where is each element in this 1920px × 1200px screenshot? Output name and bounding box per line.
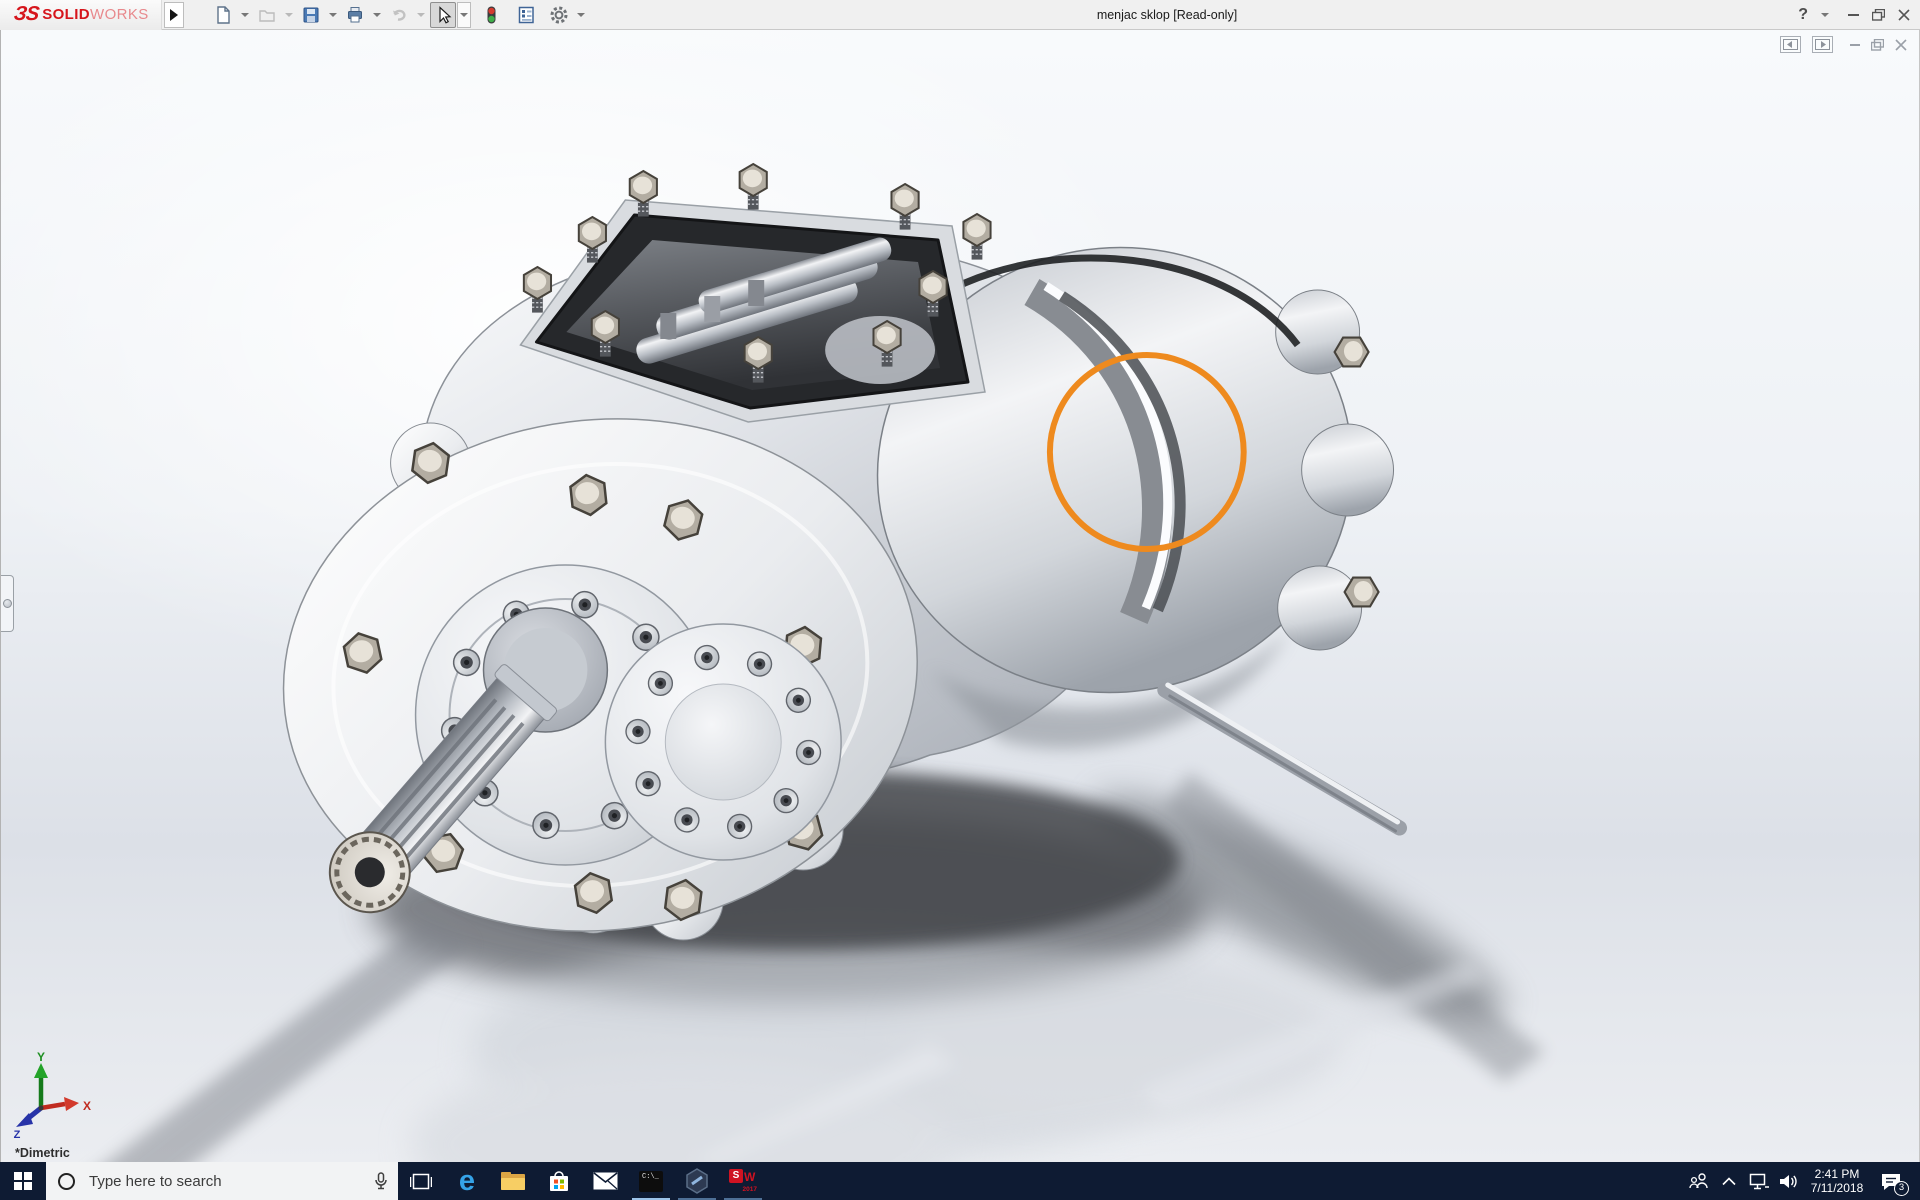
- print-icon: [345, 5, 365, 25]
- triad-z-label: Z: [14, 1129, 21, 1140]
- doc-close-button[interactable]: [1895, 39, 1907, 51]
- command-prompt-taskbar-button[interactable]: C:\_: [628, 1162, 674, 1200]
- print-button[interactable]: [342, 2, 368, 28]
- hexagon-app-icon: [685, 1168, 709, 1194]
- window-controls: ?: [1798, 0, 1910, 30]
- file-properties-button[interactable]: [513, 2, 539, 28]
- close-button[interactable]: [1898, 9, 1910, 21]
- clock-time: 2:41 PM: [1804, 1167, 1870, 1181]
- task-view-button[interactable]: [398, 1162, 444, 1200]
- doc-minimize-button[interactable]: [1850, 44, 1860, 46]
- options-button[interactable]: [546, 2, 572, 28]
- cortana-icon: [58, 1173, 75, 1190]
- undo-arrow-icon: [389, 5, 409, 25]
- save-floppy-icon: [301, 5, 321, 25]
- restore-button[interactable]: [1872, 9, 1885, 21]
- taskbar-search-box[interactable]: Type here to search: [46, 1162, 398, 1200]
- microsoft-store-icon: [547, 1169, 571, 1193]
- collapse-right-pane-button[interactable]: [1812, 36, 1833, 53]
- edge-icon: e: [459, 1167, 475, 1196]
- triad-y-label: Y: [37, 1050, 45, 1064]
- network-button[interactable]: [1744, 1162, 1774, 1200]
- dropdown-caret-icon: [460, 13, 468, 17]
- triad-x-label: X: [83, 1099, 91, 1113]
- flyout-arrow-icon: [170, 9, 178, 21]
- selection-filter-button[interactable]: [478, 2, 504, 28]
- quick-access-toolbar: [210, 2, 589, 28]
- select-cursor-icon: [433, 5, 453, 25]
- right-boss-dome: [665, 684, 781, 800]
- model-3d-scene[interactable]: [1, 30, 1919, 1162]
- microphone-icon[interactable]: [374, 1172, 388, 1191]
- pane-knob-icon: [3, 599, 12, 608]
- dropdown-caret-icon: [285, 13, 293, 17]
- document-window-controls: [1780, 36, 1907, 53]
- right-bearing-boss[interactable]: [605, 624, 841, 860]
- doc-restore-button[interactable]: [1871, 39, 1884, 51]
- notification-badge: 3: [1894, 1181, 1909, 1196]
- new-document-icon: [213, 5, 233, 25]
- store-taskbar-button[interactable]: [536, 1162, 582, 1200]
- windows-logo-icon: [14, 1172, 32, 1190]
- people-icon: [1688, 1173, 1710, 1189]
- selection-filter-traffic-light-icon: [481, 5, 501, 25]
- edge-taskbar-button[interactable]: e: [444, 1162, 490, 1200]
- reference-triad: Y X Z: [5, 1050, 97, 1140]
- collapse-left-pane-button[interactable]: [1780, 36, 1801, 53]
- minimize-button[interactable]: [1848, 14, 1859, 16]
- dropdown-caret-icon[interactable]: [577, 13, 585, 17]
- menu-flyout-button[interactable]: [164, 2, 184, 28]
- people-button[interactable]: [1684, 1162, 1714, 1200]
- network-icon: [1749, 1173, 1769, 1190]
- select-dropdown-button[interactable]: [457, 2, 471, 28]
- graphics-viewport[interactable]: Y X Z *Dimetric: [0, 30, 1920, 1162]
- help-dropdown-caret-icon[interactable]: [1821, 13, 1829, 17]
- view-orientation-label: *Dimetric: [15, 1146, 70, 1160]
- system-tray: 2:41 PM 7/11/2018 3: [1684, 1162, 1920, 1200]
- speaker-icon: [1779, 1173, 1799, 1190]
- solidworks-logo-works: WORKS: [90, 6, 149, 23]
- file-explorer-taskbar-button[interactable]: [490, 1162, 536, 1200]
- solidworks-2017-icon: S W 2017: [729, 1169, 757, 1193]
- solidworks-logo-mark: ЗS: [12, 3, 39, 26]
- file-explorer-icon: [501, 1172, 525, 1190]
- open-button[interactable]: [254, 2, 280, 28]
- file-properties-icon: [516, 5, 536, 25]
- new-document-button[interactable]: [210, 2, 236, 28]
- solidworks-window: ЗS SOLID WORKS: [0, 0, 1920, 1200]
- command-prompt-icon: C:\_: [639, 1171, 663, 1192]
- volume-button[interactable]: [1774, 1162, 1804, 1200]
- dropdown-caret-icon[interactable]: [329, 13, 337, 17]
- titlebar: ЗS SOLID WORKS: [0, 0, 1920, 30]
- mail-taskbar-button[interactable]: [582, 1162, 628, 1200]
- open-folder-icon: [257, 5, 277, 25]
- taskbar-clock[interactable]: 2:41 PM 7/11/2018: [1804, 1167, 1870, 1195]
- dropdown-caret-icon[interactable]: [241, 13, 249, 17]
- clock-date: 7/11/2018: [1804, 1181, 1870, 1195]
- pane-left-arrow-icon: [1783, 39, 1798, 50]
- action-center-button[interactable]: 3: [1870, 1162, 1912, 1200]
- solidworks-logo: ЗS SOLID WORKS: [0, 0, 162, 30]
- search-placeholder-text: Type here to search: [89, 1173, 374, 1190]
- solidworks-logo-solid: SOLID: [42, 6, 90, 23]
- gear-icon: [549, 5, 569, 25]
- dropdown-caret-icon: [417, 13, 425, 17]
- help-button[interactable]: ?: [1798, 6, 1808, 24]
- windows-taskbar: Type here to search e C:\_ S: [0, 1162, 1920, 1200]
- select-tool-button[interactable]: [430, 2, 456, 28]
- pane-right-arrow-icon: [1815, 39, 1830, 50]
- solidworks-taskbar-button[interactable]: S W 2017: [720, 1162, 766, 1200]
- hexagon-app-taskbar-button[interactable]: [674, 1162, 720, 1200]
- task-view-icon: [410, 1173, 432, 1190]
- undo-button[interactable]: [386, 2, 412, 28]
- start-button[interactable]: [0, 1162, 46, 1200]
- save-button[interactable]: [298, 2, 324, 28]
- feature-pane-flyout-tab[interactable]: [1, 575, 14, 632]
- document-title: menjac sklop [Read-only]: [1097, 0, 1237, 30]
- dropdown-caret-icon[interactable]: [373, 13, 381, 17]
- chevron-up-icon: [1722, 1177, 1736, 1186]
- tray-chevron-button[interactable]: [1714, 1162, 1744, 1200]
- mail-icon: [593, 1172, 618, 1190]
